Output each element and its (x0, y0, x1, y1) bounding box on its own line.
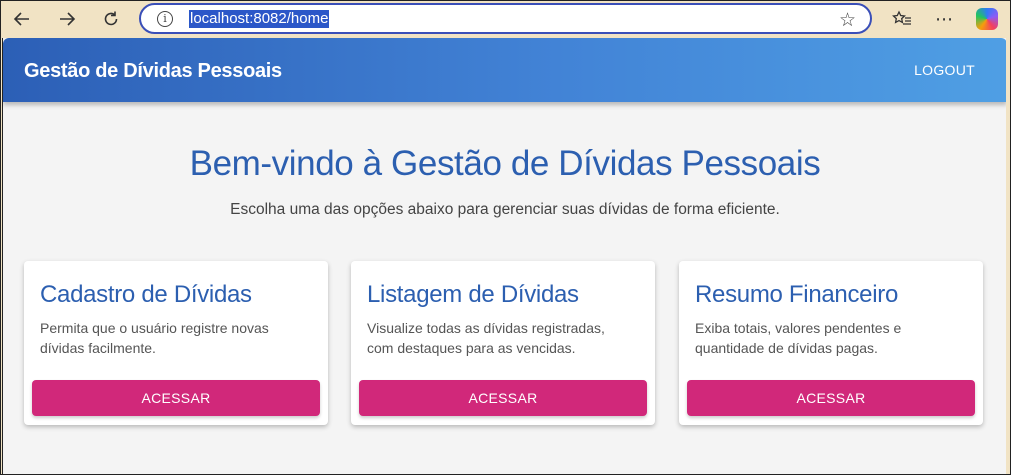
card-description: Visualize todas as dívidas registradas, … (367, 320, 605, 356)
card-resumo: Resumo Financeiro Exiba totais, valores … (679, 261, 983, 425)
access-button[interactable]: ACESSAR (32, 380, 320, 416)
logout-button[interactable]: LOGOUT (914, 62, 975, 78)
url-text[interactable]: localhost:8082/home (189, 10, 330, 28)
favorites-list-icon[interactable] (889, 6, 915, 32)
favorite-star-icon[interactable]: ☆ (839, 9, 856, 32)
page-subtitle: Escolha uma das opções abaixo para geren… (230, 201, 780, 218)
card-title: Resumo Financeiro (695, 281, 898, 308)
card-description: Permita que o usuário registre novas dív… (40, 320, 269, 356)
card-description: Exiba totais, valores pendentes e quanti… (695, 320, 902, 356)
copilot-icon[interactable] (976, 8, 998, 30)
page-viewport: Gestão de Dívidas Pessoais LOGOUT Bem-vi… (2, 38, 1006, 475)
access-button[interactable]: ACESSAR (687, 380, 975, 416)
back-icon[interactable] (9, 6, 35, 32)
address-bar[interactable]: i localhost:8082/home ☆ (139, 3, 872, 34)
app-header: Gestão de Dívidas Pessoais LOGOUT (3, 38, 1006, 102)
site-info-icon[interactable]: i (157, 11, 173, 27)
forward-icon[interactable] (54, 6, 80, 32)
reload-icon[interactable] (98, 6, 124, 32)
page-title: Bem-vindo à Gestão de Dívidas Pessoais (189, 144, 821, 183)
card-title: Listagem de Dívidas (367, 281, 579, 308)
card-title: Cadastro de Dívidas (40, 281, 252, 308)
browser-toolbar: i localhost:8082/home ☆ ⋯ (0, 0, 1011, 38)
card-listagem: Listagem de Dívidas Visualize todas as d… (351, 261, 655, 425)
access-button[interactable]: ACESSAR (359, 380, 647, 416)
app-title: Gestão de Dívidas Pessoais (24, 60, 282, 82)
card-cadastro: Cadastro de Dívidas Permita que o usuári… (24, 261, 328, 425)
more-options-icon[interactable]: ⋯ (931, 6, 957, 32)
